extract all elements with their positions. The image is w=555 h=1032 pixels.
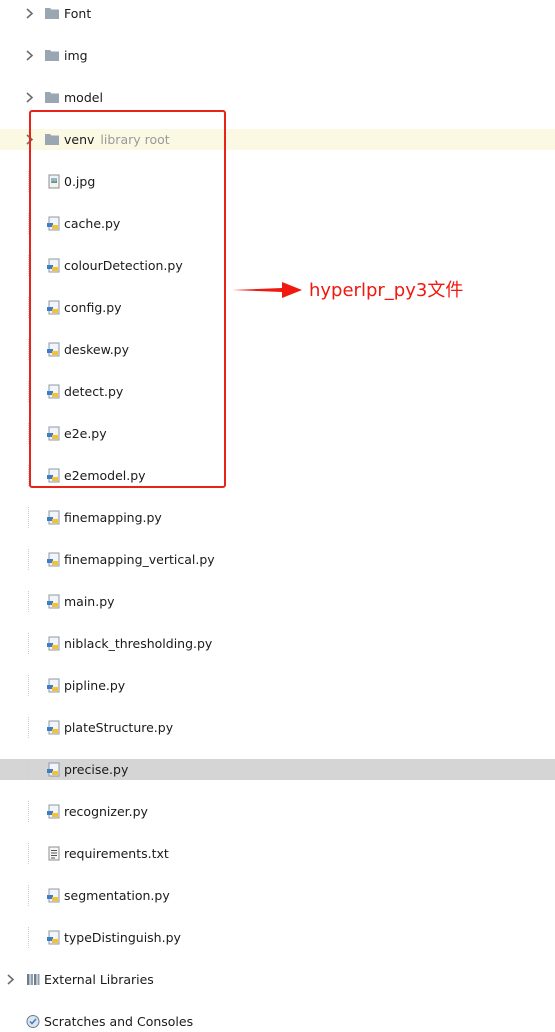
indent-guide [28, 927, 29, 948]
annotation-label: hyperlpr_py3文件 [309, 280, 464, 301]
text-file-icon [48, 846, 60, 861]
indent-guide [28, 717, 29, 738]
indent-guide [28, 759, 29, 780]
python-file-icon [47, 762, 60, 777]
tree-item-label: main.py [64, 594, 115, 609]
folder-icon [45, 92, 59, 103]
python-file-icon [47, 888, 60, 903]
tree-item-label: img [64, 48, 88, 63]
tree-file-segmentation-py[interactable]: segmentation.py [0, 885, 555, 906]
tree-folder-model[interactable]: model [0, 87, 555, 108]
chevron-right-icon[interactable] [23, 49, 35, 62]
library-icon [27, 974, 40, 985]
indent-guide [28, 843, 29, 864]
tree-file-niblack-thresholding-py[interactable]: niblack_thresholding.py [0, 633, 555, 654]
tree-item-label: precise.py [64, 762, 129, 777]
tree-item-label: typeDistinguish.py [64, 930, 181, 945]
indent-guide [28, 507, 29, 528]
tree-item-label: Font [64, 6, 92, 21]
indent-guide [28, 801, 29, 822]
indent-guide [28, 675, 29, 696]
tree-item-label: niblack_thresholding.py [64, 636, 213, 651]
python-file-icon [47, 678, 60, 693]
python-file-icon [47, 720, 60, 735]
tree-folder-img[interactable]: img [0, 45, 555, 66]
tree-item-label: External Libraries [44, 972, 154, 987]
folder-icon [45, 8, 59, 19]
python-file-icon [47, 636, 60, 651]
tree-file-finemapping-vertical-py[interactable]: finemapping_vertical.py [0, 549, 555, 570]
python-file-icon [47, 552, 60, 567]
python-file-icon [47, 594, 60, 609]
python-file-icon [47, 510, 60, 525]
tree-item-label: pipline.py [64, 678, 126, 693]
python-file-icon [47, 804, 60, 819]
chevron-right-icon[interactable] [23, 91, 35, 104]
tree-item-label: finemapping_vertical.py [64, 552, 215, 567]
indent-guide [28, 549, 29, 570]
indent-guide [28, 591, 29, 612]
tree-external-libraries[interactable]: External Libraries [0, 969, 555, 990]
tree-file-precise-py[interactable]: precise.py [0, 759, 555, 780]
tree-scratches-consoles[interactable]: Scratches and Consoles [0, 1011, 555, 1032]
chevron-right-icon[interactable] [4, 973, 16, 986]
indent-guide [28, 633, 29, 654]
tree-file-recognizer-py[interactable]: recognizer.py [0, 801, 555, 822]
tree-item-label: recognizer.py [64, 804, 148, 819]
tree-item-label: segmentation.py [64, 888, 170, 903]
chevron-right-icon[interactable] [23, 7, 35, 20]
tree-item-label: Scratches and Consoles [44, 1014, 194, 1029]
tree-item-label: model [64, 90, 103, 105]
tree-item-label: finemapping.py [64, 510, 162, 525]
annotation-highlight-box [29, 110, 226, 488]
tree-file-requirements-txt[interactable]: requirements.txt [0, 843, 555, 864]
tree-file-typedistinguish-py[interactable]: typeDistinguish.py [0, 927, 555, 948]
folder-icon [45, 50, 59, 61]
tree-file-main-py[interactable]: main.py [0, 591, 555, 612]
tree-file-finemapping-py[interactable]: finemapping.py [0, 507, 555, 528]
indent-guide [28, 885, 29, 906]
tree-file-platestructure-py[interactable]: plateStructure.py [0, 717, 555, 738]
python-file-icon [47, 930, 60, 945]
tree-folder-font[interactable]: Font [0, 3, 555, 24]
annotation-arrow-icon [232, 282, 302, 298]
scratches-icon [26, 1015, 40, 1028]
tree-file-pipline-py[interactable]: pipline.py [0, 675, 555, 696]
tree-item-label: plateStructure.py [64, 720, 174, 735]
tree-item-label: requirements.txt [64, 846, 169, 861]
